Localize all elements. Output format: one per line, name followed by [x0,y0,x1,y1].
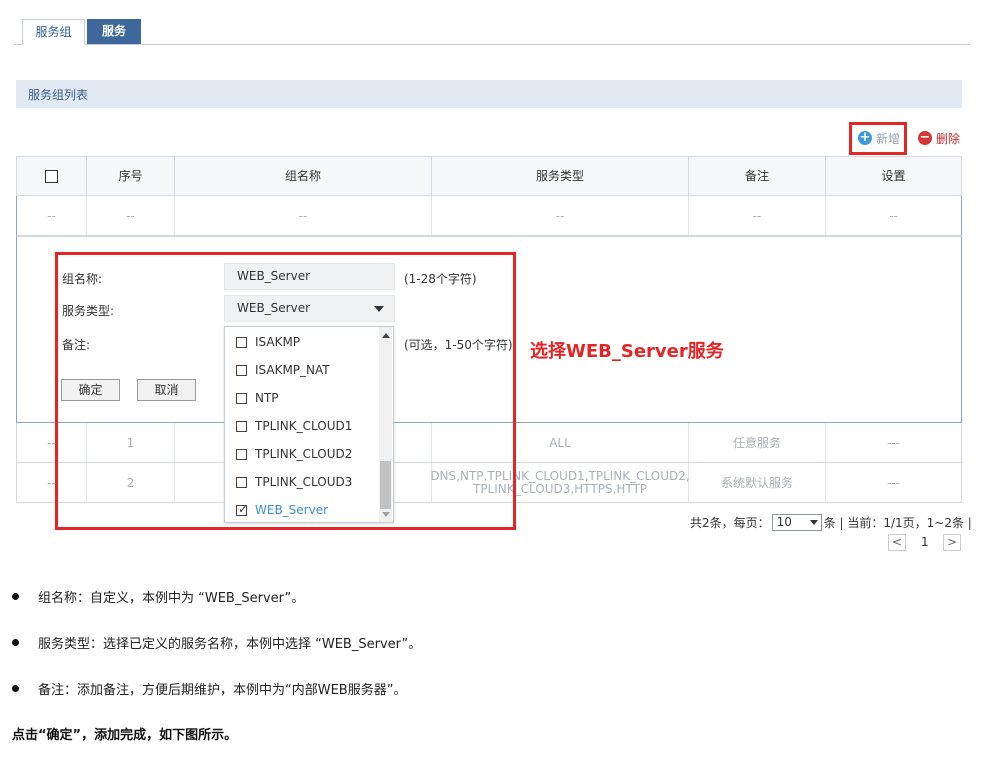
service-type-select[interactable]: WEB_Server [224,295,395,322]
delete-button[interactable]: − 删除 [918,129,960,147]
table-row[interactable]: -- 1 ALL 任意服务 --- [16,423,962,463]
dropdown-option[interactable]: TPLINK_CLOUD3 [236,472,352,492]
tab-service[interactable]: 服务 [87,19,141,44]
minus-circle-icon: − [918,130,932,145]
annotation-text: 选择WEB_Server服务 [530,341,724,362]
dropdown-option-label: NTP [255,391,279,405]
table-cell: --- [887,475,900,490]
group-name-hint: (1-28个字符) [404,272,477,286]
plus-circle-icon: + [858,130,872,145]
table-row-placeholder: -- -- -- -- -- -- [16,196,962,236]
per-page-value: 10 [776,515,792,529]
table-cell: -- [87,196,175,235]
table-cell: -- [175,196,432,235]
bullet-dot-icon [12,593,19,600]
tab-service-group[interactable]: 服务组 [22,19,85,45]
dropdown-option-label: TPLINK_CLOUD1 [255,419,353,433]
dropdown-option-label: WEB_Server [255,503,329,517]
checkbox-icon[interactable] [236,364,247,376]
chevron-down-icon[interactable] [809,520,818,525]
dropdown-option[interactable]: TPLINK_CLOUD2 [236,444,352,464]
scroll-up-icon[interactable] [382,333,390,338]
table-cell: -- [17,196,87,235]
final-instruction: 点击“确定”，添加完成，如下图所示。 [12,728,238,743]
dropdown-option[interactable]: ISAKMP [236,332,300,352]
pagination-suffix: 条 | 当前：1/1页，1~2条 | [823,516,972,530]
note-hint: (可选，1-50个字符) [404,338,513,352]
bullet-text: 组名称：自定义，本例中为 “WEB_Server”。 [38,591,305,606]
group-name-input[interactable]: WEB_Server [224,263,395,290]
table-cell: --- [887,435,900,450]
add-button[interactable]: + 新增 [858,129,900,147]
bullet-text: 服务类型：选择已定义的服务名称，本例中选择 “WEB_Server”。 [38,637,422,652]
pagination-info: 共2条，每页： 10 条 | 当前：1/1页，1~2条 | [690,514,972,531]
prev-page-button[interactable]: < [888,534,906,551]
header-settings: 设置 [881,169,906,183]
dropdown-option-label: ISAKMP_NAT [255,363,330,377]
dropdown-option-label: ISAKMP [255,335,301,349]
bullet-item: 服务类型：选择已定义的服务名称，本例中选择 “WEB_Server”。 [12,633,421,652]
per-page-select[interactable]: 10 [771,514,822,531]
tabs-divider [14,44,970,45]
dropdown-option[interactable]: ISAKMP_NAT [236,360,330,380]
table-cell: ALL [432,423,689,462]
bullet-item: 组名称：自定义，本例中为 “WEB_Server”。 [12,587,304,606]
dropdown-option-label: TPLINK_CLOUD2 [255,447,353,461]
section-header: 服务组列表 [16,80,962,108]
header-group-name: 组名称 [175,157,432,195]
group-name-label: 组名称: [62,272,103,286]
dropdown-option[interactable]: TPLINK_CLOUD1 [236,416,352,436]
checkbox-icon[interactable] [236,392,247,404]
header-service-type: 服务类型 [432,157,689,195]
checked-checkbox-icon[interactable]: ✓ [236,503,248,516]
note-label: 备注: [62,338,91,352]
table-cell: 任意服务 [689,423,826,462]
select-all-checkbox[interactable] [45,170,58,183]
table-cell: -- [689,196,826,235]
checkbox-icon[interactable] [236,448,247,460]
next-page-button[interactable]: > [943,534,961,551]
scroll-down-icon[interactable] [382,512,390,517]
checkbox-icon[interactable] [236,336,247,348]
bullet-item: 备注：添加备注，方便后期维护，本例中为“内部WEB服务器”。 [12,679,406,698]
add-button-label: 新增 [876,131,901,146]
current-page-number[interactable]: 1 [921,535,929,549]
header-index: 序号 [87,157,175,195]
table-header: 序号 组名称 服务类型 备注 设置 [16,156,962,196]
dropdown-option-label: TPLINK_CLOUD3 [255,475,353,489]
dropdown-option[interactable]: NTP [236,388,279,408]
table-cell: -- [432,196,689,235]
dropdown-option-selected[interactable]: ✓ WEB_Server [236,500,328,520]
checkbox-icon[interactable] [236,476,247,488]
checkbox-icon[interactable] [236,420,247,432]
table-cell: 2 [87,463,175,502]
section-title: 服务组列表 [28,88,89,102]
pagination-prefix: 共2条，每页： [690,516,770,530]
table-cell: -- [17,423,87,462]
bullet-text: 备注：添加备注，方便后期维护，本例中为“内部WEB服务器”。 [38,683,407,698]
service-type-value: WEB_Server [237,301,311,315]
table-row[interactable]: -- 2 DNS,NTP,TPLINK_CLOUD1,TPLINK_CLOUD2… [16,463,962,503]
header-select-all[interactable] [17,157,87,195]
service-type-label: 服务类型: [62,304,115,318]
table-cell: -- [889,208,898,223]
cancel-button[interactable]: 取消 [137,379,196,401]
table-cell: 系统默认服务 [689,463,826,502]
ok-button[interactable]: 确定 [61,379,120,401]
delete-button-label: 删除 [936,131,961,146]
dropdown-scrollbar-thumb[interactable] [380,461,391,509]
table-cell: 1 [87,423,175,462]
bullet-dot-icon [12,685,19,692]
bullet-dot-icon [12,639,19,646]
table-cell: DNS,NTP,TPLINK_CLOUD1,TPLINK_CLOUD2, TPL… [430,463,690,502]
chevron-down-icon[interactable] [374,306,384,312]
table-cell: -- [17,463,87,502]
header-note: 备注 [689,157,826,195]
